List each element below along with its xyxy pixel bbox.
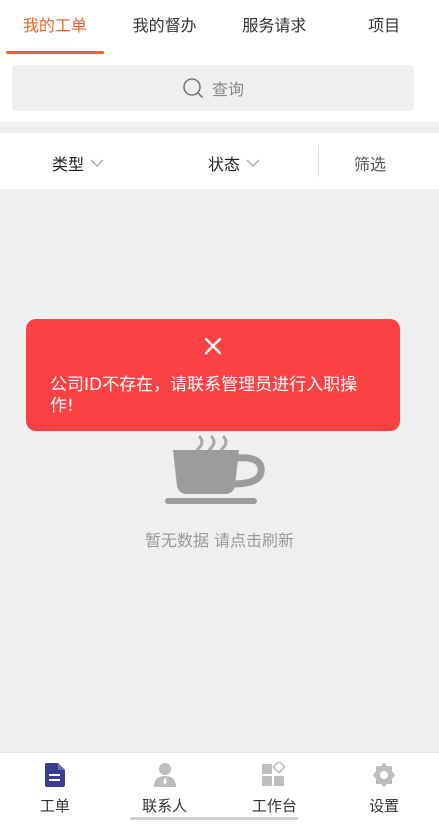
filter-divider (318, 145, 319, 177)
gear-icon (373, 763, 396, 787)
search-placeholder: 查询 (211, 80, 244, 99)
tab-service-requests[interactable]: 服务请求 (220, 0, 330, 54)
coffee-cup-icon[interactable] (165, 428, 275, 508)
search-icon (183, 78, 203, 98)
nav-label-settings: 设置 (369, 797, 400, 815)
document-icon (44, 763, 65, 787)
bottom-nav: 工单 联系人 工作台 设置 (0, 752, 439, 824)
search-input[interactable]: 查询 (12, 65, 414, 111)
nav-item-contacts[interactable]: 联系人 (110, 753, 220, 824)
toast-message: 公司ID不存在，请联系管理员进行入职操作! (50, 375, 358, 416)
status-filter[interactable]: 状态 (208, 151, 260, 175)
error-toast: 公司ID不存在，请联系管理员进行入职操作! (26, 319, 400, 431)
chevron-down-icon (246, 159, 260, 167)
nav-label-contacts: 联系人 (142, 797, 188, 815)
filter-bar: 类型 状态 筛选 (0, 133, 439, 189)
status-filter-label: 状态 (208, 155, 241, 174)
nav-item-workbench[interactable]: 工作台 (220, 753, 330, 824)
tab-my-orders[interactable]: 我的工单 (0, 0, 110, 54)
chevron-down-icon (90, 159, 104, 167)
tab-projects[interactable]: 项目 (329, 0, 439, 54)
empty-state-text[interactable]: 暂无数据 请点击刷新 (0, 527, 439, 551)
screen-button[interactable]: 筛选 (354, 151, 386, 175)
nav-label-orders: 工单 (39, 797, 70, 815)
search-section: 查询 (0, 54, 439, 122)
contact-icon (153, 763, 176, 787)
tab-my-supervision[interactable]: 我的督办 (110, 0, 220, 54)
type-filter[interactable]: 类型 (52, 151, 104, 175)
nav-label-workbench: 工作台 (251, 797, 297, 815)
workbench-icon (262, 762, 287, 786)
home-indicator (130, 817, 298, 820)
close-icon[interactable] (203, 336, 223, 356)
type-filter-label: 类型 (52, 155, 85, 174)
nav-item-orders[interactable]: 工单 (0, 753, 110, 824)
nav-item-settings[interactable]: 设置 (329, 753, 439, 824)
top-tab-bar: 我的工单 我的督办 服务请求 项目 (0, 0, 439, 54)
